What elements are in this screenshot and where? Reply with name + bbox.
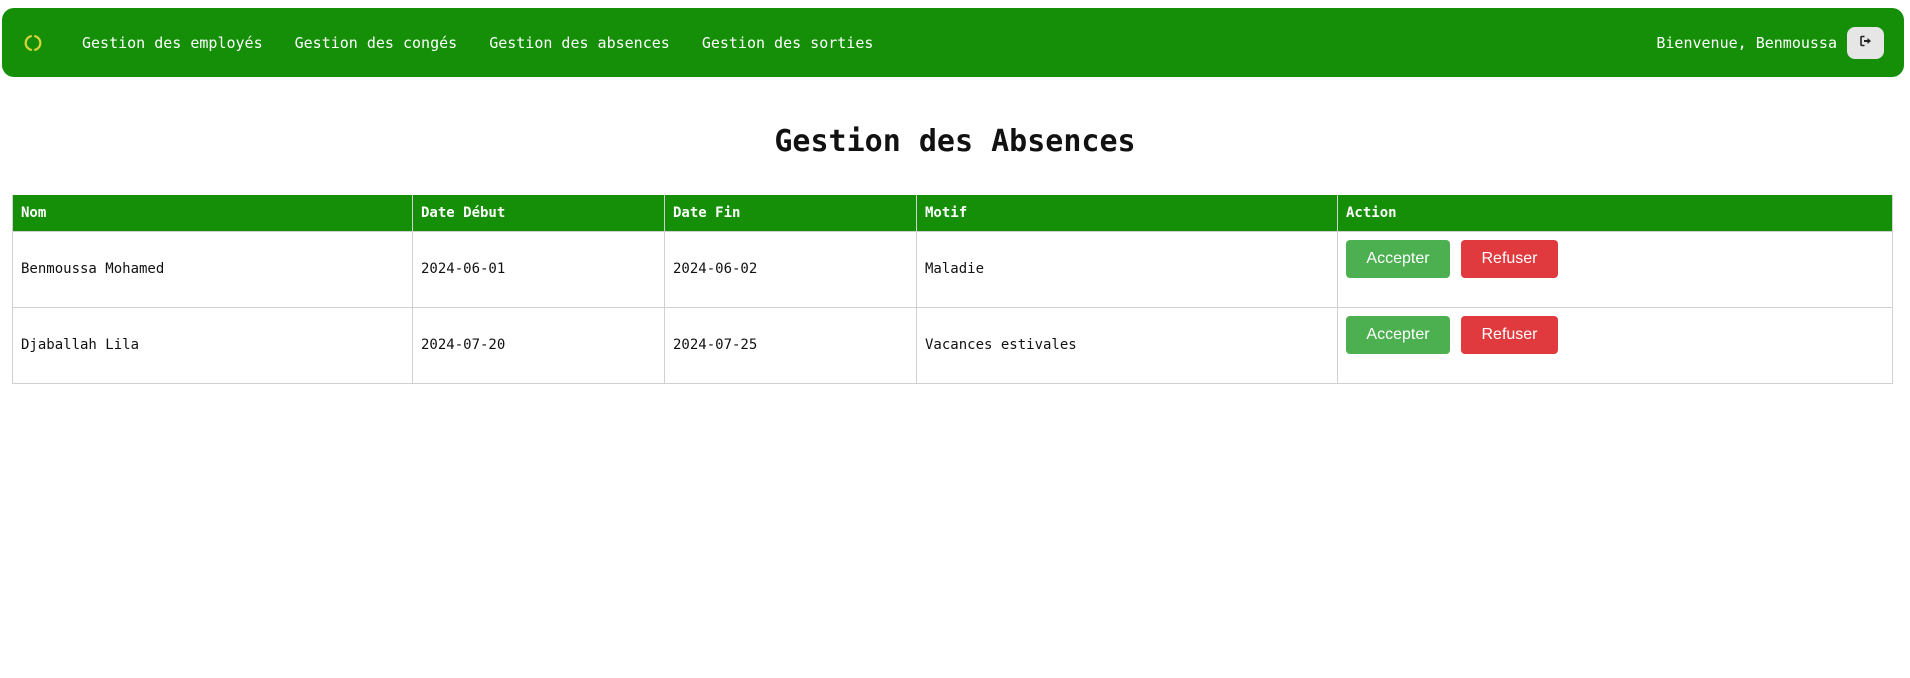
welcome-text: Bienvenue, Benmoussa (1656, 33, 1837, 52)
column-header-action: Action (1337, 195, 1893, 232)
cell-action: Accepter Refuser (1337, 306, 1893, 384)
cell-date-fin: 2024-06-02 (664, 230, 917, 308)
nav-link-employes[interactable]: Gestion des employés (82, 34, 263, 52)
absences-table-container: Nom Date Début Date Fin Motif Action Ben… (12, 195, 1893, 384)
nav-link-conges[interactable]: Gestion des congés (295, 34, 458, 52)
cell-nom: Benmoussa Mohamed (12, 230, 413, 308)
page-title: Gestion des Absences (774, 124, 1136, 159)
column-header-nom: Nom (12, 195, 413, 232)
table-header-row: Nom Date Début Date Fin Motif Action (12, 195, 1893, 232)
cell-date-debut: 2024-06-01 (412, 230, 665, 308)
absences-table: Nom Date Début Date Fin Motif Action Ben… (12, 195, 1893, 384)
column-header-date-debut: Date Début (412, 195, 665, 232)
sign-out-icon (1859, 35, 1872, 50)
cell-date-debut: 2024-07-20 (412, 306, 665, 384)
cell-nom: Djaballah Lila (12, 306, 413, 384)
top-navbar: Gestion des employés Gestion des congés … (2, 8, 1904, 77)
cell-motif: Vacances estivales (916, 306, 1338, 384)
nav-link-sorties[interactable]: Gestion des sorties (702, 34, 874, 52)
column-header-motif: Motif (916, 195, 1338, 232)
table-row: Djaballah Lila 2024-07-20 2024-07-25 Vac… (12, 306, 1893, 384)
nav-links: Gestion des employés Gestion des congés … (82, 34, 905, 52)
nav-link-absences[interactable]: Gestion des absences (489, 34, 670, 52)
cell-motif: Maladie (916, 230, 1338, 308)
spinner-icon[interactable] (24, 34, 42, 52)
logout-button[interactable] (1847, 26, 1884, 59)
accept-button[interactable]: Accepter (1346, 315, 1450, 354)
refuse-button[interactable]: Refuser (1461, 315, 1558, 354)
column-header-date-fin: Date Fin (664, 195, 917, 232)
cell-date-fin: 2024-07-25 (664, 306, 917, 384)
nav-user-area: Bienvenue, Benmoussa (1656, 26, 1884, 59)
cell-action: Accepter Refuser (1337, 230, 1893, 308)
accept-button[interactable]: Accepter (1346, 239, 1450, 278)
table-row: Benmoussa Mohamed 2024-06-01 2024-06-02 … (12, 230, 1893, 308)
refuse-button[interactable]: Refuser (1461, 239, 1558, 278)
